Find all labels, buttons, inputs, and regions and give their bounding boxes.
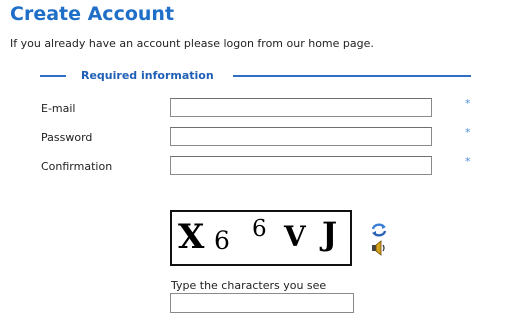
confirmation-label: Confirmation — [41, 160, 113, 173]
captcha-char: 6 — [214, 226, 230, 255]
page-title: Create Account — [10, 3, 175, 25]
captcha-tools — [370, 222, 388, 258]
refresh-icon[interactable] — [370, 222, 388, 238]
section-legend: Required information — [81, 69, 214, 82]
password-required-marker: * — [465, 126, 471, 139]
captcha-char: J — [322, 215, 338, 253]
legend-rule-left — [40, 75, 66, 77]
captcha-prompt: Type the characters you see — [171, 279, 327, 292]
speaker-icon[interactable] — [370, 240, 388, 256]
email-required-marker: * — [465, 97, 471, 110]
password-label: Password — [41, 131, 93, 144]
captcha-input[interactable] — [170, 293, 354, 313]
intro-text: If you already have an account please lo… — [10, 37, 374, 50]
confirmation-required-marker: * — [465, 155, 471, 168]
captcha-char: X — [178, 217, 205, 257]
legend-rule-right — [233, 75, 471, 77]
email-field[interactable] — [170, 98, 432, 117]
email-label: E-mail — [41, 102, 76, 115]
confirmation-field[interactable] — [170, 156, 432, 175]
password-field[interactable] — [170, 127, 432, 146]
captcha-char: V — [284, 220, 306, 253]
captcha-char: 6 — [252, 216, 267, 242]
captcha-image: X 6 6 V J — [170, 210, 352, 266]
